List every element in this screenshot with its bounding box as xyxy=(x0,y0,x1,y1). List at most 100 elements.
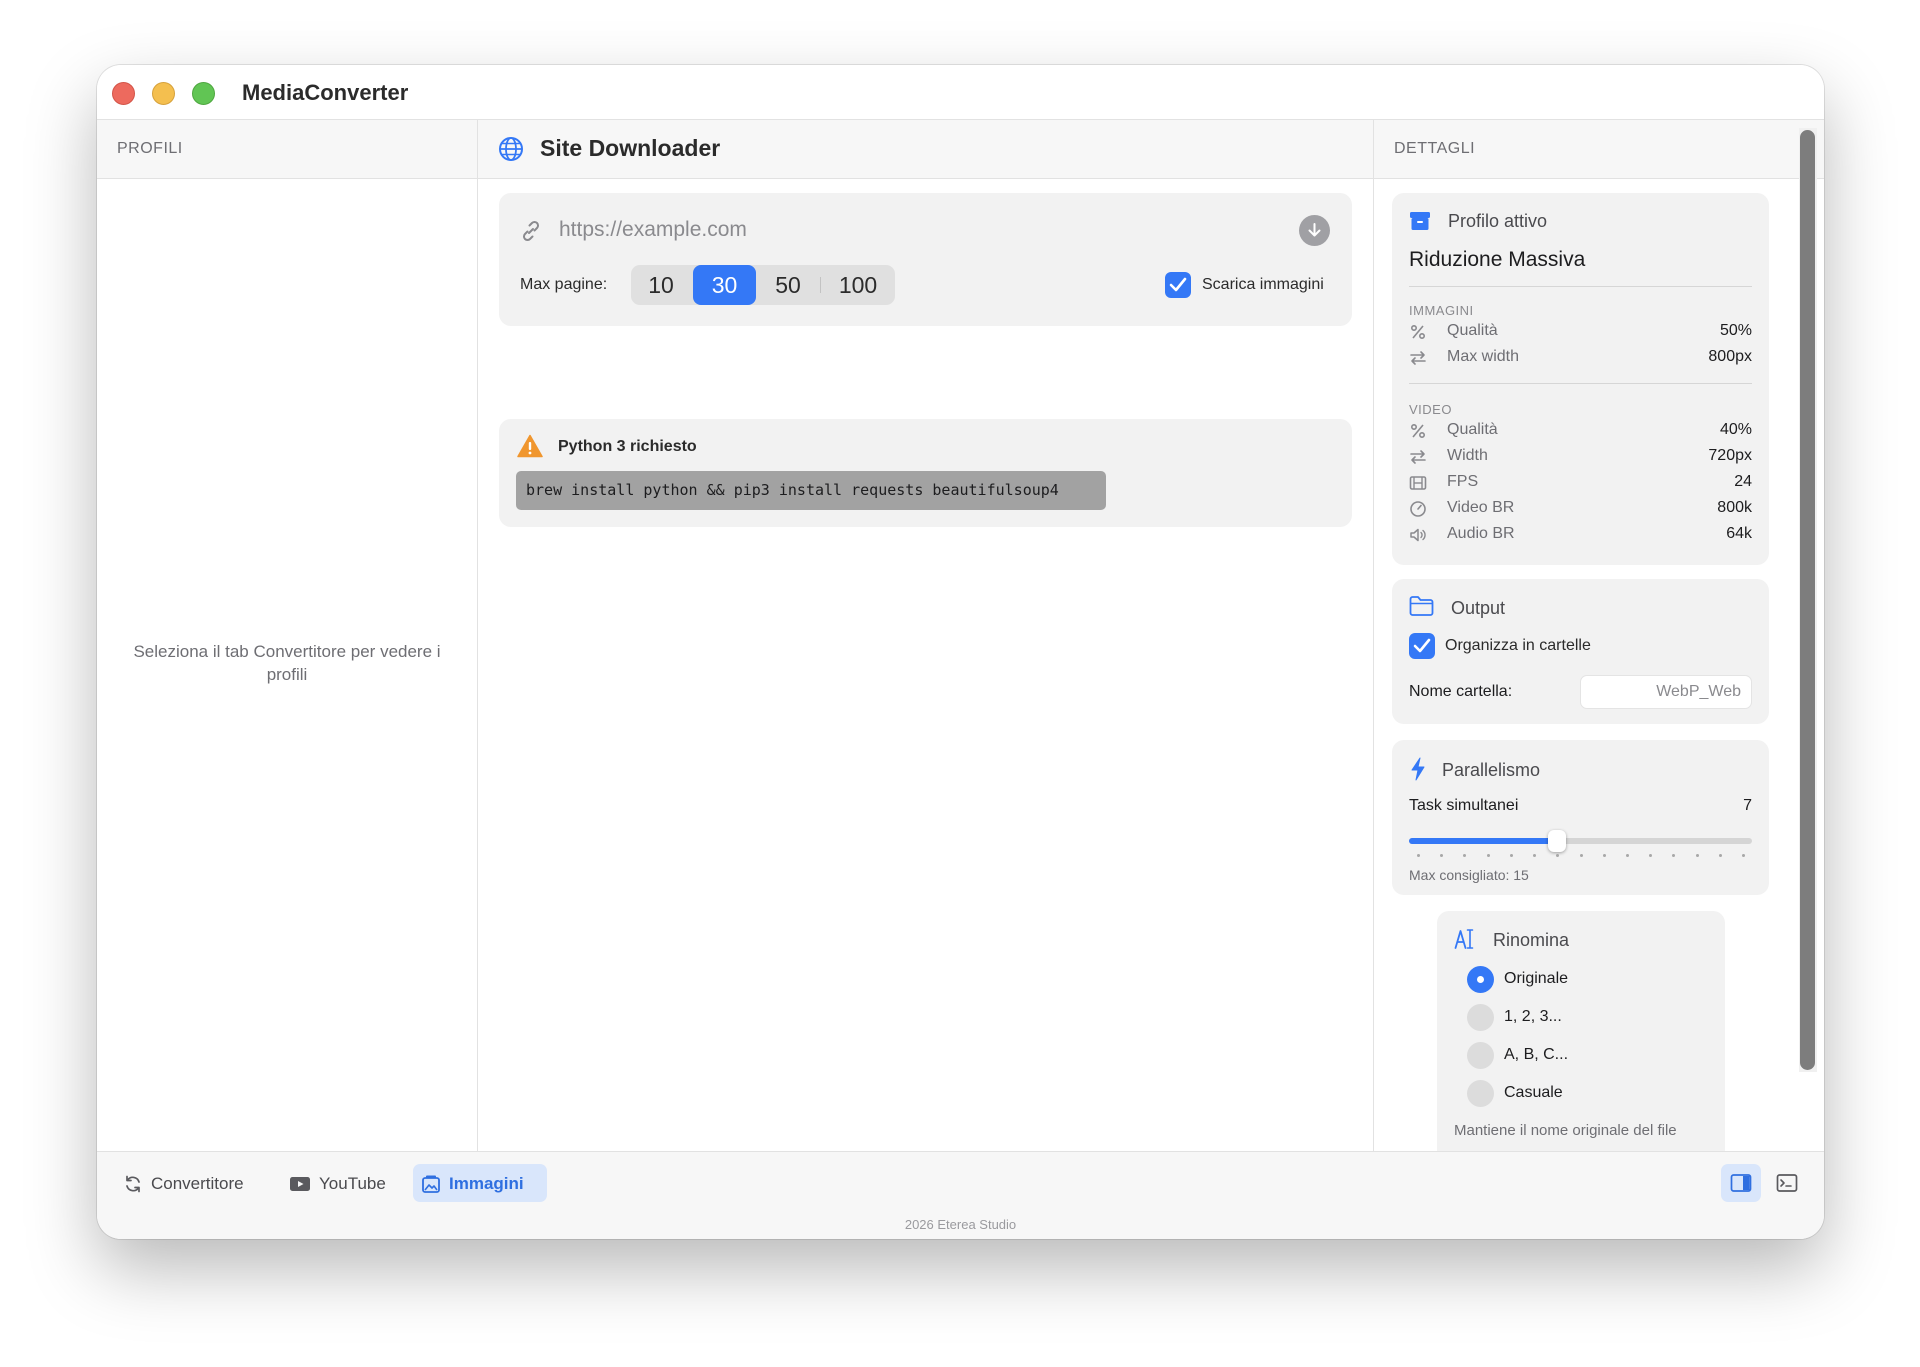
profiles-panel: PROFILI Seleziona il tab Convertitore pe… xyxy=(97,120,478,1151)
download-button[interactable] xyxy=(1299,215,1330,246)
rename-option-random-label: Casuale xyxy=(1504,1084,1563,1101)
slider-tick xyxy=(1440,854,1443,857)
app-title: MediaConverter xyxy=(242,80,409,105)
speaker-icon xyxy=(1410,528,1426,542)
slider-tick xyxy=(1649,854,1652,857)
folder-name-label: Nome cartella: xyxy=(1409,683,1513,700)
rename-option-alpha-label: A, B, C... xyxy=(1504,1046,1569,1063)
folder-name-input[interactable] xyxy=(1580,675,1752,709)
main-panel: Site Downloader Max pagine: 10 30 50 100 xyxy=(478,120,1374,1151)
tab-youtube[interactable]: YouTube xyxy=(281,1164,395,1202)
images-icon xyxy=(422,1175,440,1193)
rename-title: Rinomina xyxy=(1493,930,1570,950)
main-header: Site Downloader xyxy=(478,120,1373,179)
max-pages-option-50[interactable]: 50 xyxy=(758,265,818,305)
rename-card: Rinomina Originale 1, 2, 3... A, B, C...… xyxy=(1437,911,1725,1151)
profiles-header-label: PROFILI xyxy=(117,140,183,157)
title-bar: MediaConverter xyxy=(97,65,1824,120)
tasks-slider-track[interactable] xyxy=(1409,830,1752,852)
simultaneous-tasks-value: 7 xyxy=(1743,797,1752,814)
install-command[interactable]: brew install python && pip3 install requ… xyxy=(516,471,1106,510)
slider-tick xyxy=(1417,854,1420,857)
organize-folders-checkbox[interactable] xyxy=(1409,633,1435,659)
details-header: DETTAGLI xyxy=(1374,120,1824,179)
divider xyxy=(1409,383,1752,384)
warning-title: Python 3 richiesto xyxy=(558,438,697,455)
rename-option-original-label: Originale xyxy=(1504,970,1569,987)
max-recommended-hint: Max consigliato: 15 xyxy=(1409,867,1529,883)
tab-immagini[interactable]: Immagini xyxy=(413,1164,547,1202)
footer-credits: 2026 Eterea Studio xyxy=(97,1213,1824,1239)
bolt-icon xyxy=(1411,757,1425,781)
slider-tick xyxy=(1672,854,1675,857)
details-header-label: DETTAGLI xyxy=(1394,140,1476,157)
gauge-icon xyxy=(1410,501,1426,517)
profiles-header: PROFILI xyxy=(97,120,477,179)
rename-option-numeric-radio[interactable] xyxy=(1467,1004,1494,1031)
active-profile-title: Profilo attivo xyxy=(1448,211,1548,231)
output-title: Output xyxy=(1451,598,1506,618)
slider-tick xyxy=(1533,854,1536,857)
film-icon xyxy=(1409,476,1427,490)
toggle-console-button[interactable] xyxy=(1767,1164,1807,1202)
simultaneous-tasks-label: Task simultanei xyxy=(1409,797,1519,814)
resize-arrows-icon xyxy=(1410,351,1426,365)
rename-hint: Mantiene il nome originale del file xyxy=(1454,1122,1677,1139)
text-cursor-icon xyxy=(1454,929,1474,949)
slider-tick xyxy=(1510,854,1513,857)
warning-triangle-icon xyxy=(517,434,543,458)
page-title: Site Downloader xyxy=(540,135,721,161)
parallelism-title: Parallelismo xyxy=(1442,760,1541,780)
close-window-button[interactable] xyxy=(112,82,135,105)
link-icon xyxy=(522,220,540,242)
arrow-down-icon xyxy=(1308,223,1321,237)
download-images-checkbox[interactable] xyxy=(1165,272,1191,298)
tasks-slider-thumb[interactable] xyxy=(1548,830,1566,852)
parallelism-card: Parallelismo Task simultanei 7 Max consi… xyxy=(1392,740,1769,895)
slider-tick xyxy=(1487,854,1490,857)
slider-tick xyxy=(1556,854,1559,857)
zoom-window-button[interactable] xyxy=(192,82,215,105)
folder-icon xyxy=(1409,596,1434,616)
video-width-row: Width 720px xyxy=(1409,445,1752,469)
terminal-icon xyxy=(1776,1174,1798,1192)
percent-icon xyxy=(1410,324,1426,340)
max-pages-option-10[interactable]: 10 xyxy=(631,265,691,305)
divider xyxy=(1409,286,1752,287)
max-pages-label: Max pagine: xyxy=(520,276,608,293)
video-bitrate-row: Video BR 800k xyxy=(1409,497,1752,521)
details-scrollbar-thumb[interactable] xyxy=(1800,130,1815,1070)
video-quality-row: Qualità 40% xyxy=(1409,419,1752,443)
bottom-tab-bar: Convertitore YouTube Immagini xyxy=(97,1151,1824,1213)
download-images-label: Scarica immagini xyxy=(1202,276,1324,293)
minimize-window-button[interactable] xyxy=(152,82,175,105)
url-card: Max pagine: 10 30 50 100 Scarica immagin… xyxy=(499,193,1352,326)
audio-bitrate-row: Audio BR 64k xyxy=(1409,523,1752,547)
rename-option-alpha-radio[interactable] xyxy=(1467,1042,1494,1069)
slider-tick xyxy=(1463,854,1466,857)
slider-tick xyxy=(1626,854,1629,857)
images-section-label: IMMAGINI xyxy=(1409,303,1474,318)
max-pages-option-30[interactable]: 30 xyxy=(693,265,756,305)
images-quality-row: Qualità 50% xyxy=(1409,320,1752,344)
rename-option-random-radio[interactable] xyxy=(1467,1080,1494,1107)
checkmark-icon xyxy=(1169,277,1187,292)
slider-tick xyxy=(1719,854,1722,857)
tab-convertitore[interactable]: Convertitore xyxy=(115,1164,255,1202)
video-section-label: VIDEO xyxy=(1409,402,1452,417)
slider-tick xyxy=(1603,854,1606,857)
active-profile-name: Riduzione Massiva xyxy=(1409,248,1586,271)
rename-option-original-radio[interactable] xyxy=(1467,966,1494,993)
url-input[interactable] xyxy=(559,213,1259,247)
python-warning-card: Python 3 richiesto brew install python &… xyxy=(499,419,1352,527)
max-pages-segmented-control: 10 30 50 100 xyxy=(631,265,895,305)
active-profile-card: Profilo attivo Riduzione Massiva IMMAGIN… xyxy=(1392,193,1769,565)
toggle-details-panel-button[interactable] xyxy=(1721,1164,1761,1202)
details-panel: DETTAGLI Profilo attivo Riduzione Massiv… xyxy=(1374,120,1824,1151)
globe-icon xyxy=(499,137,523,161)
tasks-slider-fill xyxy=(1409,838,1557,844)
max-pages-option-100[interactable]: 100 xyxy=(821,265,895,305)
profiles-empty-message: Seleziona il tab Convertitore per vedere… xyxy=(133,642,441,684)
rename-option-numeric-label: 1, 2, 3... xyxy=(1504,1008,1562,1025)
slider-tick xyxy=(1696,854,1699,857)
